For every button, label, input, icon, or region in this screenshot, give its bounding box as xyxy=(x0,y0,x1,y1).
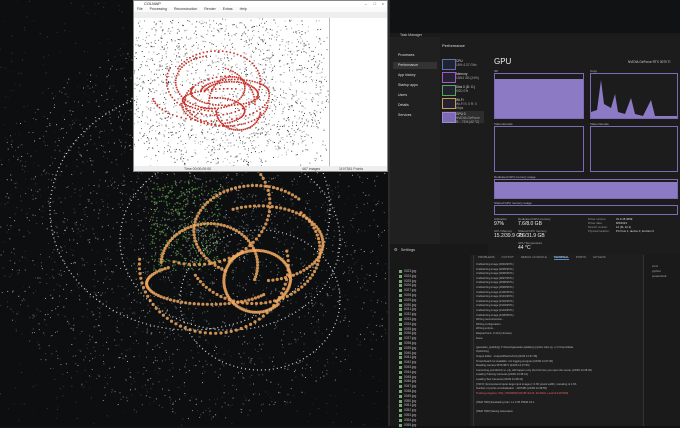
tm-settings[interactable]: ⚙ Settings xyxy=(390,244,488,255)
menu-render[interactable]: Render xyxy=(204,7,215,11)
device-wifi[interactable]: Wi-Fi Wi-Fi S: 0 R: 0 Kbps xyxy=(442,97,484,109)
shared-mem-value: 7.6/31.9 GB xyxy=(518,233,545,239)
physical-location: PCI bus 1, device 0, function 0 xyxy=(616,229,654,233)
tab-debug-console[interactable]: DEBUG CONSOLE xyxy=(521,255,547,259)
menu-reconstruction[interactable]: Reconstruction xyxy=(174,7,197,11)
colmap-titlebar[interactable]: COLMAP – □ × xyxy=(134,1,387,7)
gpu-thumbnail xyxy=(442,112,456,123)
menu-file[interactable]: File xyxy=(137,7,143,11)
terminal-line: [ITER 7000] Saving Gaussians xyxy=(476,410,513,415)
gpu-copy-graph xyxy=(590,73,678,119)
gpu-details-values: 31.0.15.3699 8/8/2023 12 (FL 12.1) PCI b… xyxy=(616,217,654,233)
menu-help[interactable]: Help xyxy=(240,7,247,11)
tm-nav-pane: Processes Performance App history Startu… xyxy=(390,37,440,259)
nav-users[interactable]: Users xyxy=(393,92,437,99)
file-explorer[interactable]: 0023.jpg0024.jpg0025.jpg0026.jpg0027.jpg… xyxy=(390,255,470,426)
tab-terminal[interactable]: TERMINAL xyxy=(554,255,569,260)
gpu-encode-graph xyxy=(494,126,584,172)
terminal-line: Training progress: 2%| | 700/30000 [00:3… xyxy=(476,392,568,397)
terminal-item-powershell[interactable]: powershell xyxy=(652,274,666,278)
memory-thumbnail xyxy=(442,72,456,83)
util-value: 97% xyxy=(494,221,504,227)
tab-gitlens[interactable]: GITLENS xyxy=(593,255,606,259)
cpu-thumbnail xyxy=(442,59,456,70)
status-images: 467 images xyxy=(302,166,320,172)
colmap-log-panel[interactable] xyxy=(329,18,388,166)
colmap-scene-view[interactable] xyxy=(134,18,329,166)
menu-extras[interactable]: Extras xyxy=(223,7,233,11)
sparse-points xyxy=(134,18,329,166)
terminal-line: [ITER 7000] Evaluating train: L1 0.05 PS… xyxy=(476,401,534,406)
gpu-heading: GPU xyxy=(494,57,511,66)
device-cpu[interactable]: CPU 16% 4.37 GHz xyxy=(442,58,484,70)
nav-performance[interactable]: Performance xyxy=(393,62,437,69)
device-disk[interactable]: Disk 0 (D: C:) SSD 0% xyxy=(442,84,484,96)
nav-startup-apps[interactable]: Startup apps xyxy=(393,82,437,89)
dedicated-value: 7.6/8.0 GB xyxy=(518,221,542,227)
gpu-3d-graph xyxy=(494,73,584,119)
terminal-line: (gaussian_splatting) C:\Users\gaussian-s… xyxy=(476,346,573,351)
nav-details[interactable]: Details xyxy=(393,102,437,109)
status-points: 1197381 Points xyxy=(339,166,363,172)
minimize-icon[interactable]: – xyxy=(365,1,367,7)
file-item[interactable]: 0055.jpg xyxy=(404,423,416,428)
status-time: Time 00:00:00:00 xyxy=(184,166,211,172)
terminal-item-cmd[interactable]: cmd xyxy=(652,264,658,268)
dedicated-mem-graph xyxy=(494,179,678,199)
tab-output[interactable]: OUTPUT xyxy=(502,255,514,259)
gpu-model: NVIDIA GeForce RTX 3070 Ti xyxy=(628,60,670,64)
nav-services[interactable]: Services xyxy=(393,112,437,119)
tab-ports[interactable]: PORTS xyxy=(576,255,586,259)
menu-processing[interactable]: Processing xyxy=(150,7,167,11)
wifi-thumbnail xyxy=(442,98,456,109)
tm-section-title: Performance xyxy=(442,43,465,48)
device-memory[interactable]: Memory 15/64 GB (24%) xyxy=(442,71,484,83)
close-icon[interactable]: × xyxy=(382,1,384,7)
gpu-details-labels: Driver version:Driver date:DirectX versi… xyxy=(588,217,610,233)
panel-tabs: PROBLEMS OUTPUT DEBUG CONSOLE TERMINAL P… xyxy=(474,255,644,261)
nav-app-history[interactable]: App history xyxy=(393,72,437,79)
gpu-decode-graph xyxy=(590,126,678,172)
shared-mem-graph xyxy=(494,205,678,215)
nav-processes[interactable]: Processes xyxy=(393,52,437,59)
colmap-window: COLMAP – □ × File Processing Reconstruct… xyxy=(133,0,388,172)
terminal-item-python[interactable]: python xyxy=(652,269,661,273)
settings-label: Settings xyxy=(401,247,415,252)
colmap-title: COLMAP xyxy=(144,1,161,6)
gear-icon: ⚙ xyxy=(394,247,398,252)
maximize-icon[interactable]: □ xyxy=(374,1,376,7)
tab-problems[interactable]: PROBLEMS xyxy=(478,255,495,259)
terminal-panel[interactable]: PROBLEMS OUTPUT DEBUG CONSOLE TERMINAL P… xyxy=(473,255,644,426)
terminal-list: cmd python powershell xyxy=(643,255,680,426)
disk-thumbnail xyxy=(442,85,456,96)
colmap-statusbar: Time 00:00:00:00 467 images 1197381 Poin… xyxy=(134,166,387,172)
sparse-reconstruction-render[interactable] xyxy=(134,18,329,166)
terminal-line: Done. xyxy=(476,337,483,342)
task-manager-window: Task Manager Processes Performance App h… xyxy=(390,33,680,255)
gpu-temp-value: 44 °C xyxy=(518,245,531,251)
device-gpu[interactable]: GPU 0 NVIDIA GeForce R... 71% (42 °C) xyxy=(442,111,484,123)
